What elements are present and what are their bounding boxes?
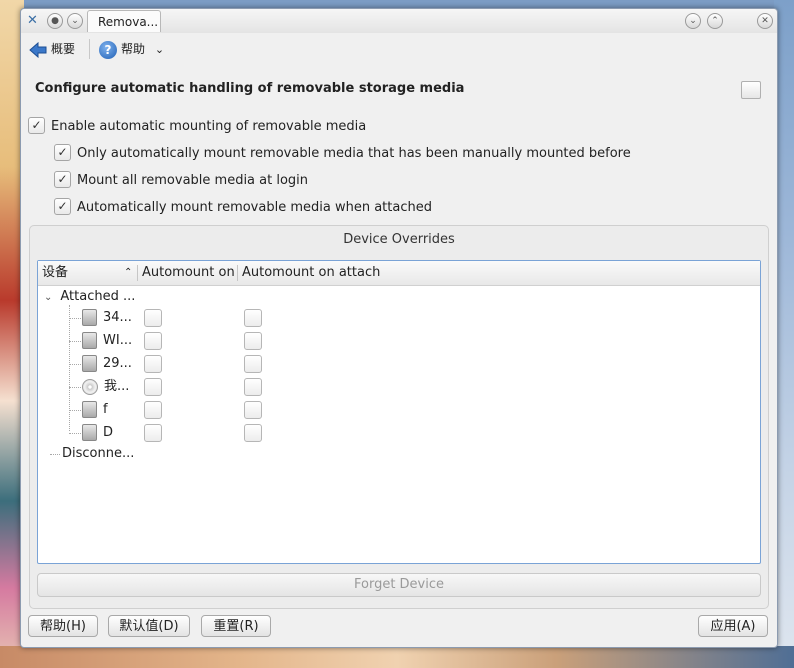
column-divider[interactable] bbox=[237, 265, 238, 281]
device-name: 34... bbox=[103, 310, 132, 325]
device-name: WI... bbox=[103, 333, 133, 348]
tree-header: 设备 ⌃ Automount on Automount on attach bbox=[38, 261, 760, 286]
minimize-icon[interactable]: ⌄ bbox=[685, 13, 701, 29]
automount-attach-checkbox[interactable] bbox=[244, 355, 262, 373]
tree-branch-line bbox=[69, 364, 81, 365]
page-title: Configure automatic handling of removabl… bbox=[35, 81, 465, 96]
forget-device-button[interactable]: Forget Device bbox=[37, 573, 761, 597]
defaults-button[interactable]: 默认值(D) bbox=[108, 615, 190, 637]
chevron-down-icon: ⌄ bbox=[154, 43, 165, 56]
tree-item-device[interactable]: 29... bbox=[82, 353, 132, 375]
mount-login-label: Mount all removable media at login bbox=[77, 173, 309, 188]
automount-on-checkbox[interactable] bbox=[144, 309, 162, 327]
tree-item-device[interactable]: 我... bbox=[82, 376, 129, 398]
tree-branch-line bbox=[50, 454, 60, 455]
only-manual-label: Only automatically mount removable media… bbox=[77, 146, 631, 161]
automount-on-checkbox[interactable] bbox=[144, 378, 162, 396]
tree-branch-line bbox=[69, 387, 81, 388]
automount-on-checkbox[interactable] bbox=[144, 401, 162, 419]
mount-attached-checkbox[interactable]: ✓ Automatically mount removable media whe… bbox=[54, 198, 432, 218]
mount-attached-label: Automatically mount removable media when… bbox=[77, 200, 432, 215]
reset-button[interactable]: 重置(R) bbox=[201, 615, 271, 637]
toolbar-separator bbox=[89, 39, 90, 59]
help-icon: ? bbox=[99, 40, 117, 59]
tree-item-device[interactable]: f bbox=[82, 399, 108, 421]
drive-icon bbox=[82, 424, 97, 441]
enable-automount-label: Enable automatic mounting of removable m… bbox=[51, 119, 367, 134]
automount-attach-checkbox[interactable] bbox=[244, 424, 262, 442]
tree-item-device[interactable]: 34... bbox=[82, 307, 132, 329]
column-header-automount-attach[interactable]: Automount on attach bbox=[242, 261, 380, 285]
tree-item-attached[interactable]: ⌄ Attached ... bbox=[44, 286, 135, 308]
device-tree[interactable]: 设备 ⌃ Automount on Automount on attach ⌄ A… bbox=[37, 260, 761, 564]
disconnected-label: Disconne... bbox=[62, 446, 135, 461]
device-overrides-group: Device Overrides 设备 ⌃ Automount on Autom… bbox=[29, 225, 769, 609]
column-header-automount-on[interactable]: Automount on bbox=[142, 261, 235, 285]
automount-attach-checkbox[interactable] bbox=[244, 378, 262, 396]
drive-icon bbox=[82, 332, 97, 349]
media-drive-icon bbox=[741, 81, 761, 99]
settings-window: ✕ ● ⌄ Remova... ⌄ ⌃ ✕ 概要 ? 帮助 ⌄ Configure… bbox=[20, 8, 778, 648]
overview-label: 概要 bbox=[51, 42, 76, 56]
back-arrow-icon bbox=[29, 41, 47, 58]
sort-ascending-icon[interactable]: ⌃ bbox=[124, 261, 132, 285]
automount-on-checkbox[interactable] bbox=[144, 424, 162, 442]
drive-icon bbox=[82, 309, 97, 326]
app-tools-icon[interactable]: ✕ bbox=[27, 13, 43, 29]
automount-attach-checkbox[interactable] bbox=[244, 309, 262, 327]
column-divider[interactable] bbox=[137, 265, 138, 281]
only-manual-checkbox[interactable]: ✓ Only automatically mount removable medi… bbox=[54, 144, 631, 164]
title-bar[interactable]: ✕ ● ⌄ Remova... ⌄ ⌃ ✕ bbox=[21, 9, 777, 33]
automount-on-checkbox[interactable] bbox=[144, 332, 162, 350]
attached-label: Attached ... bbox=[60, 289, 136, 304]
checkmark-icon: ✓ bbox=[54, 198, 71, 215]
tree-branch-line bbox=[69, 305, 70, 431]
tree-branch-line bbox=[69, 341, 81, 342]
help-label: 帮助 bbox=[121, 42, 146, 56]
overview-button[interactable]: 概要 bbox=[29, 38, 75, 60]
disc-icon bbox=[82, 378, 98, 395]
tree-item-device[interactable]: D bbox=[82, 422, 113, 444]
drive-icon bbox=[82, 401, 97, 418]
device-name: D bbox=[103, 425, 114, 440]
window-tab[interactable]: Remova... bbox=[87, 10, 161, 32]
help-button[interactable]: 帮助(H) bbox=[28, 615, 98, 637]
toolbar: 概要 ? 帮助 ⌄ bbox=[21, 33, 777, 65]
tree-item-disconnected[interactable]: Disconne... bbox=[62, 443, 134, 465]
enable-automount-checkbox[interactable]: ✓ Enable automatic mounting of removable … bbox=[28, 117, 366, 137]
shade-icon[interactable]: ⌄ bbox=[67, 13, 83, 29]
close-icon[interactable]: ✕ bbox=[757, 13, 773, 29]
device-name: 我... bbox=[104, 379, 130, 394]
automount-attach-checkbox[interactable] bbox=[244, 401, 262, 419]
expand-arrow-icon[interactable]: ⌄ bbox=[44, 292, 52, 303]
tree-branch-line bbox=[69, 318, 81, 319]
drive-icon bbox=[82, 355, 97, 372]
device-name: f bbox=[103, 402, 108, 417]
help-menu-button[interactable]: ? 帮助 ⌄ bbox=[99, 38, 164, 60]
automount-on-checkbox[interactable] bbox=[144, 355, 162, 373]
mount-login-checkbox[interactable]: ✓ Mount all removable media at login bbox=[54, 171, 308, 191]
checkmark-icon: ✓ bbox=[54, 144, 71, 161]
maximize-icon[interactable]: ⌃ bbox=[707, 13, 723, 29]
group-title: Device Overrides bbox=[343, 232, 455, 247]
desktop-wallpaper-bottom bbox=[0, 646, 794, 668]
checkmark-icon: ✓ bbox=[28, 117, 45, 134]
pin-icon[interactable]: ● bbox=[47, 13, 63, 29]
column-header-device[interactable]: 设备 bbox=[42, 261, 68, 285]
tree-branch-line bbox=[69, 410, 81, 411]
apply-button[interactable]: 应用(A) bbox=[698, 615, 768, 637]
tree-item-device[interactable]: WI... bbox=[82, 330, 132, 352]
device-name: 29... bbox=[103, 356, 132, 371]
checkmark-icon: ✓ bbox=[54, 171, 71, 188]
automount-attach-checkbox[interactable] bbox=[244, 332, 262, 350]
tree-branch-line bbox=[69, 433, 81, 434]
